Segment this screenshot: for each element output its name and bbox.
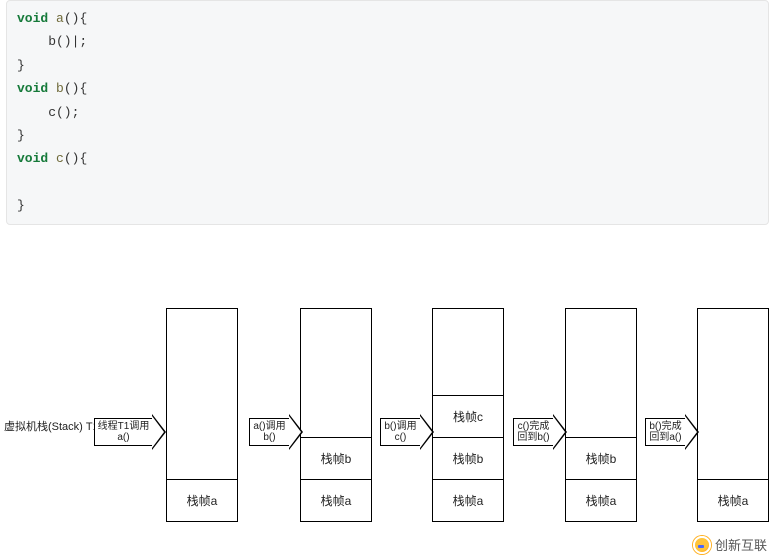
arrow-head-icon bbox=[553, 414, 567, 450]
arrow-head-icon bbox=[685, 414, 699, 450]
arrow-head-icon bbox=[420, 414, 434, 450]
arrow: c()完成 回到b() bbox=[513, 416, 567, 448]
stack-column: 栈帧b栈帧a bbox=[300, 308, 372, 522]
arrow-label: a()调用b() bbox=[249, 418, 289, 446]
stack-frame: 栈帧a bbox=[566, 479, 636, 521]
stack-frame: 栈帧b bbox=[301, 437, 371, 479]
code-line: } bbox=[17, 124, 758, 147]
code-line: } bbox=[17, 194, 758, 217]
arrow-head-icon bbox=[152, 414, 166, 450]
code-line: void a(){ bbox=[17, 7, 758, 30]
code-block: void a(){ b()|;}void b(){ c();}void c(){… bbox=[6, 0, 769, 225]
stack-frame: 栈帧a bbox=[301, 479, 371, 521]
stack-frame: 栈帧c bbox=[433, 395, 503, 437]
arrow-head-icon bbox=[289, 414, 303, 450]
stack-frame: 栈帧a bbox=[433, 479, 503, 521]
stack-diagram: 虚拟机栈(Stack) T1 栈帧a栈帧b栈帧a栈帧c栈帧b栈帧a栈帧b栈帧a栈… bbox=[0, 290, 775, 535]
arrow-label: c()完成 回到b() bbox=[513, 418, 553, 446]
stack-column: 栈帧a bbox=[166, 308, 238, 522]
arrow: a()调用b() bbox=[249, 416, 303, 448]
arrow: 线程T1调用a() bbox=[94, 416, 166, 448]
arrow-label: b()调用c() bbox=[380, 418, 420, 446]
arrow-label: 线程T1调用a() bbox=[94, 418, 152, 446]
stack-frame: 栈帧a bbox=[167, 479, 237, 521]
vm-stack-label: 虚拟机栈(Stack) T1 bbox=[4, 420, 99, 434]
stack-frame: 栈帧b bbox=[433, 437, 503, 479]
stack-column: 栈帧b栈帧a bbox=[565, 308, 637, 522]
code-line: void c(){ bbox=[17, 147, 758, 170]
arrow: b()完成 回到a() bbox=[645, 416, 699, 448]
stack-frame: 栈帧a bbox=[698, 479, 768, 521]
code-line bbox=[17, 171, 758, 194]
watermark-text: 创新互联 bbox=[715, 535, 767, 554]
watermark: 创新互联 bbox=[693, 535, 767, 554]
code-line: b()|; bbox=[17, 30, 758, 53]
arrow: b()调用c() bbox=[380, 416, 434, 448]
code-line: void b(){ bbox=[17, 77, 758, 100]
stack-column: 栈帧a bbox=[697, 308, 769, 522]
logo-icon bbox=[693, 536, 711, 554]
arrow-label: b()完成 回到a() bbox=[645, 418, 685, 446]
stack-frame: 栈帧b bbox=[566, 437, 636, 479]
code-line: c(); bbox=[17, 101, 758, 124]
code-line: } bbox=[17, 54, 758, 77]
stack-column: 栈帧c栈帧b栈帧a bbox=[432, 308, 504, 522]
